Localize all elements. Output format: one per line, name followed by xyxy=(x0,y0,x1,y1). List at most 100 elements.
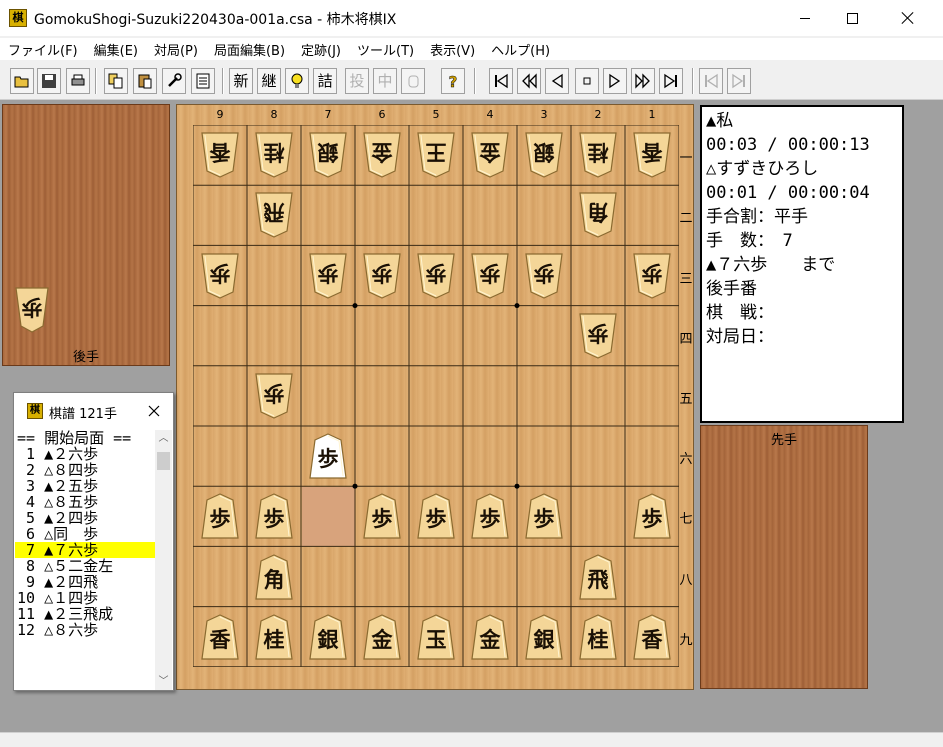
new-game-button[interactable]: 新 xyxy=(229,68,253,94)
kifu-row[interactable]: 2 △８四歩 xyxy=(15,462,155,478)
scroll-down-icon[interactable]: ﹀ xyxy=(155,673,172,690)
menu-item-4[interactable]: 定跡(J) xyxy=(293,38,349,60)
piece-sente-79[interactable]: 銀 xyxy=(307,613,349,661)
menu-item-1[interactable]: 編集(E) xyxy=(86,38,146,60)
piece-gote-81[interactable]: 桂 xyxy=(253,131,295,179)
kifu-row[interactable]: 7 ▲７六歩 xyxy=(15,542,155,558)
piece-sente-89[interactable]: 桂 xyxy=(253,613,295,661)
kifu-row[interactable]: 5 ▲２四歩 xyxy=(15,510,155,526)
kifu-close-button[interactable] xyxy=(144,401,164,421)
piece-gote-82[interactable]: 飛 xyxy=(253,191,295,239)
piece-gote-22[interactable]: 角 xyxy=(577,191,619,239)
piece-gote-21[interactable]: 桂 xyxy=(577,131,619,179)
menu-item-3[interactable]: 局面編集(B) xyxy=(206,38,293,60)
branch-forward-button[interactable] xyxy=(727,68,751,94)
save-button[interactable] xyxy=(37,68,61,94)
forward-10-button[interactable] xyxy=(631,68,655,94)
copy-button[interactable] xyxy=(104,68,128,94)
first-move-button[interactable] xyxy=(489,68,513,94)
open-button[interactable] xyxy=(10,68,34,94)
kifu-scrollbar[interactable]: ︿ ﹀ xyxy=(155,430,172,690)
last-move-button[interactable] xyxy=(659,68,683,94)
piece-gote-71[interactable]: 銀 xyxy=(307,131,349,179)
kifu-row[interactable]: 3 ▲２五歩 xyxy=(15,478,155,494)
forward-1-button[interactable] xyxy=(603,68,627,94)
kifu-row[interactable]: 4 △８五歩 xyxy=(15,494,155,510)
help-button[interactable]: ? xyxy=(441,68,465,94)
maximize-button[interactable] xyxy=(829,0,875,36)
piece-sente-39[interactable]: 銀 xyxy=(523,613,565,661)
piece-label: 金 xyxy=(479,140,501,166)
menu-item-0[interactable]: ファイル(F) xyxy=(0,38,86,60)
piece-sente-97[interactable]: 歩 xyxy=(199,492,241,540)
piece-sente-17[interactable]: 歩 xyxy=(631,492,673,540)
piece-gote-51[interactable]: 王 xyxy=(415,131,457,179)
piece-sente-57[interactable]: 歩 xyxy=(415,492,457,540)
piece-gote-11[interactable]: 香 xyxy=(631,131,673,179)
piece-sente-49[interactable]: 金 xyxy=(469,613,511,661)
scrollbar-thumb[interactable] xyxy=(157,452,170,470)
kifu-row[interactable]: 1 ▲２六歩 xyxy=(15,446,155,462)
menu-item-2[interactable]: 対局(P) xyxy=(146,38,206,60)
hint-button[interactable] xyxy=(285,68,309,94)
interrupt-button[interactable]: 中 xyxy=(373,68,397,94)
resign-button[interactable]: 投 xyxy=(345,68,369,94)
piece-sente-29[interactable]: 桂 xyxy=(577,613,619,661)
gote-piece-stand[interactable]: 歩 後手 xyxy=(2,104,170,366)
close-button[interactable] xyxy=(885,0,931,36)
kifu-row[interactable]: 10 △１四歩 xyxy=(15,590,155,606)
continue-button[interactable]: 継 xyxy=(257,68,281,94)
print-button[interactable] xyxy=(66,68,90,94)
menu-item-5[interactable]: ツール(T) xyxy=(349,38,422,60)
piece-label: 歩 xyxy=(479,506,501,532)
back-10-button[interactable] xyxy=(517,68,541,94)
kifu-row[interactable]: 6 △同 歩 xyxy=(15,526,155,542)
tools-button[interactable] xyxy=(162,68,186,94)
kifu-row[interactable]: 12 △８六歩 xyxy=(15,622,155,638)
piece-gote-24[interactable]: 歩 xyxy=(577,312,619,360)
kifu-row[interactable]: == 開始局面 == xyxy=(15,430,155,446)
kifu-row[interactable]: 11 ▲２三飛成 xyxy=(15,606,155,622)
piece-gote-43[interactable]: 歩 xyxy=(469,252,511,300)
piece-sente-28[interactable]: 飛 xyxy=(577,553,619,601)
piece-sente-37[interactable]: 歩 xyxy=(523,492,565,540)
scroll-up-icon[interactable]: ︿ xyxy=(155,430,172,447)
piece-gote-41[interactable]: 金 xyxy=(469,131,511,179)
resign-button-label: 投 xyxy=(349,72,365,90)
menu-item-6[interactable]: 表示(V) xyxy=(422,38,483,60)
gote-hand-piece[interactable]: 歩 xyxy=(13,286,51,334)
tsume-button[interactable]: 詰 xyxy=(313,68,337,94)
piece-sente-87[interactable]: 歩 xyxy=(253,492,295,540)
piece-gote-33[interactable]: 歩 xyxy=(523,252,565,300)
piece-gote-73[interactable]: 歩 xyxy=(307,252,349,300)
piece-sente-19[interactable]: 香 xyxy=(631,613,673,661)
minimize-button[interactable] xyxy=(782,0,828,36)
piece-gote-93[interactable]: 歩 xyxy=(199,252,241,300)
paste-button[interactable] xyxy=(133,68,157,94)
piece-sente-76[interactable]: 歩 xyxy=(307,432,349,480)
piece-sente-47[interactable]: 歩 xyxy=(469,492,511,540)
piece-gote-31[interactable]: 銀 xyxy=(523,131,565,179)
piece-gote-61[interactable]: 金 xyxy=(361,131,403,179)
list-button[interactable] xyxy=(191,68,215,94)
branch-back-button[interactable] xyxy=(699,68,723,94)
piece-gote-53[interactable]: 歩 xyxy=(415,252,457,300)
menu-item-7[interactable]: ヘルプ(H) xyxy=(483,38,558,60)
piece-sente-59[interactable]: 玉 xyxy=(415,613,457,661)
piece-gote-63[interactable]: 歩 xyxy=(361,252,403,300)
piece-gote-91[interactable]: 香 xyxy=(199,131,241,179)
piece-sente-67[interactable]: 歩 xyxy=(361,492,403,540)
hand-button[interactable] xyxy=(401,68,425,94)
kifu-move-list[interactable]: == 開始局面 == 1 ▲２六歩 2 △８四歩 3 ▲２五歩 4 △８五歩 5… xyxy=(15,430,155,690)
piece-sente-99[interactable]: 香 xyxy=(199,613,241,661)
piece-sente-88[interactable]: 角 xyxy=(253,553,295,601)
kifu-row[interactable]: 8 △５二金左 xyxy=(15,558,155,574)
sente-piece-stand[interactable]: 先手 xyxy=(700,425,868,689)
piece-gote-13[interactable]: 歩 xyxy=(631,252,673,300)
stop-button[interactable] xyxy=(575,68,599,94)
piece-sente-69[interactable]: 金 xyxy=(361,613,403,661)
kifu-row[interactable]: 9 ▲２四飛 xyxy=(15,574,155,590)
piece-gote-85[interactable]: 歩 xyxy=(253,372,295,420)
back-1-button[interactable] xyxy=(545,68,569,94)
forward-1-icon xyxy=(607,73,623,93)
